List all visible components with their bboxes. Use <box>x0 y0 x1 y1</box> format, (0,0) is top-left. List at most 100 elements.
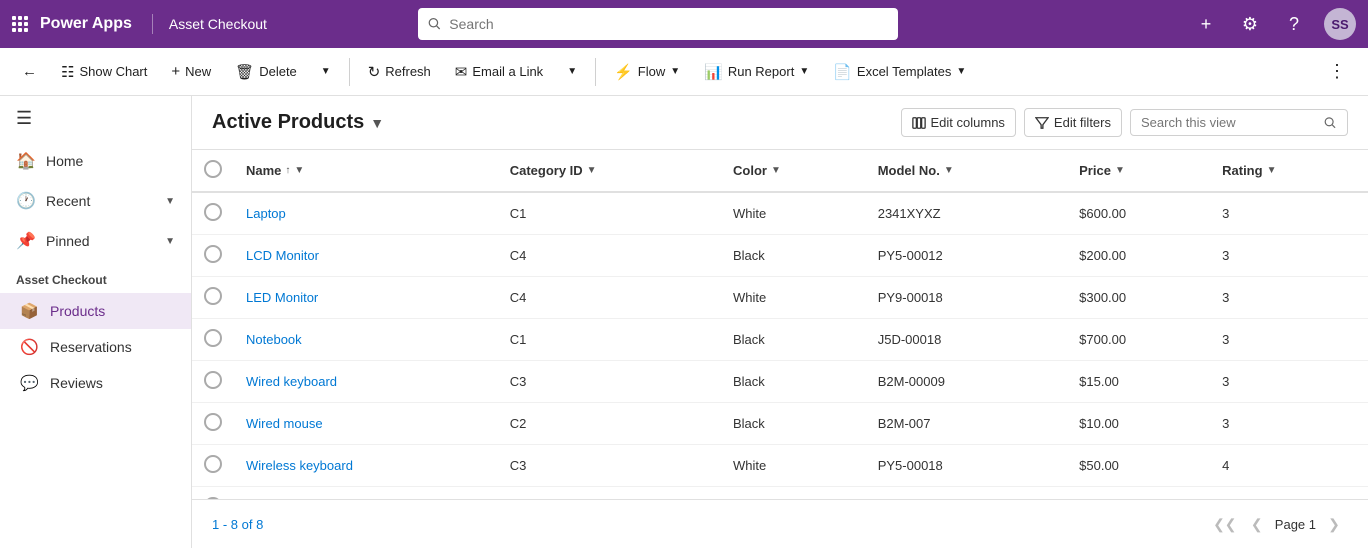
row-select-cell[interactable] <box>192 319 234 361</box>
delete-chevron-button[interactable]: ▼ <box>311 60 341 83</box>
show-chart-button[interactable]: ☷ Show Chart <box>51 57 157 87</box>
row-select-cell[interactable] <box>192 403 234 445</box>
row-name-cell[interactable]: LCD Monitor <box>234 235 498 277</box>
row-checkbox[interactable] <box>204 455 222 473</box>
cmd-divider-1 <box>349 58 350 86</box>
row-name-link[interactable]: Wireless keyboard <box>246 458 353 473</box>
sidebar-item-products[interactable]: 📦 Products <box>0 293 191 329</box>
excel-icon: 📄 <box>833 63 852 81</box>
row-name-cell[interactable]: Wired keyboard <box>234 361 498 403</box>
row-checkbox[interactable] <box>204 371 222 389</box>
email-link-button[interactable]: ✉ Email a Link <box>445 57 553 87</box>
settings-icon[interactable]: ⚙ <box>1236 10 1264 38</box>
chevron-down-icon: ▼ <box>670 66 680 77</box>
search-view-input[interactable] <box>1141 115 1318 130</box>
sidebar-item-reviews[interactable]: 💬 Reviews <box>0 365 191 401</box>
next-page-button[interactable]: ❯ <box>1320 510 1348 538</box>
sidebar-item-recent[interactable]: 🕐 Recent ▼ <box>0 181 191 221</box>
row-name-cell[interactable]: LED Monitor <box>234 277 498 319</box>
row-category-cell: C1 <box>498 319 721 361</box>
row-name-link[interactable]: Laptop <box>246 206 286 221</box>
add-icon[interactable]: + <box>1192 10 1220 38</box>
col-rating[interactable]: Rating ▼ <box>1210 150 1368 192</box>
col-price[interactable]: Price ▼ <box>1067 150 1210 192</box>
report-icon: 📊 <box>704 63 723 81</box>
row-name-link[interactable]: LED Monitor <box>246 290 318 305</box>
row-name-link[interactable]: LCD Monitor <box>246 248 319 263</box>
row-model-cell: J5D-00018 <box>866 319 1067 361</box>
main-layout: ☰ 🏠 Home 🕐 Recent ▼ 📌 Pinned ▼ Asset Che… <box>0 96 1368 548</box>
view-header-actions: Edit columns Edit filters <box>901 108 1349 137</box>
more-options-button[interactable]: ⋮ <box>1318 55 1356 88</box>
global-search-box[interactable] <box>418 8 898 40</box>
row-select-cell[interactable] <box>192 235 234 277</box>
run-report-button[interactable]: 📊 Run Report ▼ <box>694 57 819 87</box>
edit-filters-button[interactable]: Edit filters <box>1024 108 1122 137</box>
row-name-cell[interactable]: Wireless keyboard <box>234 445 498 487</box>
global-search-input[interactable] <box>449 16 888 32</box>
email-link-chevron-button[interactable]: ▼ <box>557 60 587 83</box>
row-model-cell: PY5-00018 <box>866 445 1067 487</box>
row-name-link[interactable]: Notebook <box>246 332 302 347</box>
pin-icon: 📌 <box>16 231 36 251</box>
edit-columns-button[interactable]: Edit columns <box>901 108 1016 137</box>
col-name[interactable]: Name ↑ ▼ <box>234 150 498 192</box>
row-category-cell: C2 <box>498 487 721 500</box>
row-name-link[interactable]: Wired keyboard <box>246 374 337 389</box>
row-model-cell: B2M-007 <box>866 403 1067 445</box>
row-name-cell[interactable]: Laptop <box>234 192 498 235</box>
search-view-box[interactable] <box>1130 109 1348 136</box>
row-checkbox[interactable] <box>204 287 222 305</box>
back-button[interactable]: ← <box>12 57 47 86</box>
row-name-cell[interactable]: Wired mouse <box>234 403 498 445</box>
search-icon <box>428 17 441 31</box>
row-checkbox[interactable] <box>204 329 222 347</box>
row-model-cell: B2M-00009 <box>866 361 1067 403</box>
prev-page-button[interactable]: ❮ <box>1243 510 1271 538</box>
row-checkbox[interactable] <box>204 413 222 431</box>
row-name-cell[interactable]: Notebook <box>234 319 498 361</box>
sidebar-item-reservations[interactable]: 🚫 Reservations <box>0 329 191 365</box>
sidebar-item-pinned[interactable]: 📌 Pinned ▼ <box>0 221 191 261</box>
top-navigation: Power Apps Asset Checkout + ⚙ ? SS <box>0 0 1368 48</box>
row-select-cell[interactable] <box>192 277 234 319</box>
row-select-cell[interactable] <box>192 487 234 500</box>
user-avatar[interactable]: SS <box>1324 8 1356 40</box>
row-name-link[interactable]: Wired mouse <box>246 416 323 431</box>
row-select-cell[interactable] <box>192 445 234 487</box>
new-button[interactable]: + New <box>161 57 221 86</box>
excel-templates-button[interactable]: 📄 Excel Templates ▼ <box>823 57 976 87</box>
row-rating-cell: 4 <box>1210 487 1368 500</box>
row-select-cell[interactable] <box>192 192 234 235</box>
flow-button[interactable]: ⚡ Flow ▼ <box>604 57 690 87</box>
first-page-button[interactable]: ❮❮ <box>1211 510 1239 538</box>
col-color[interactable]: Color ▼ <box>721 150 866 192</box>
view-title-chevron-icon[interactable]: ▼ <box>370 115 384 131</box>
pagination-range: 1 - 8 of 8 <box>212 517 263 532</box>
row-select-cell[interactable] <box>192 361 234 403</box>
col-filter-icon: ▼ <box>1267 165 1277 176</box>
row-color-cell: White <box>721 487 866 500</box>
table-row: Wireless keyboard C3 White PY5-00018 $50… <box>192 445 1368 487</box>
sidebar-item-home[interactable]: 🏠 Home <box>0 141 191 181</box>
row-color-cell: White <box>721 192 866 235</box>
row-price-cell: $200.00 <box>1067 235 1210 277</box>
refresh-button[interactable]: ↻ Refresh <box>358 57 441 87</box>
delete-button[interactable]: 🗑 Delete <box>225 57 307 87</box>
pagination-controls: ❮❮ ❮ Page 1 ❯ <box>1211 510 1348 538</box>
col-category-id[interactable]: Category ID ▼ <box>498 150 721 192</box>
sidebar-hamburger[interactable]: ☰ <box>0 96 191 141</box>
col-model-no[interactable]: Model No. ▼ <box>866 150 1067 192</box>
row-price-cell: $15.00 <box>1067 361 1210 403</box>
help-icon[interactable]: ? <box>1280 10 1308 38</box>
select-all-col[interactable] <box>192 150 234 192</box>
row-price-cell: $300.00 <box>1067 277 1210 319</box>
row-checkbox[interactable] <box>204 203 222 221</box>
select-all-checkbox[interactable] <box>204 160 222 178</box>
waffle-icon[interactable] <box>12 16 28 32</box>
row-category-cell: C4 <box>498 277 721 319</box>
col-filter-icon: ▼ <box>294 165 304 176</box>
row-checkbox[interactable] <box>204 245 222 263</box>
columns-icon <box>912 116 926 130</box>
row-name-cell[interactable]: Wireless mouse <box>234 487 498 500</box>
